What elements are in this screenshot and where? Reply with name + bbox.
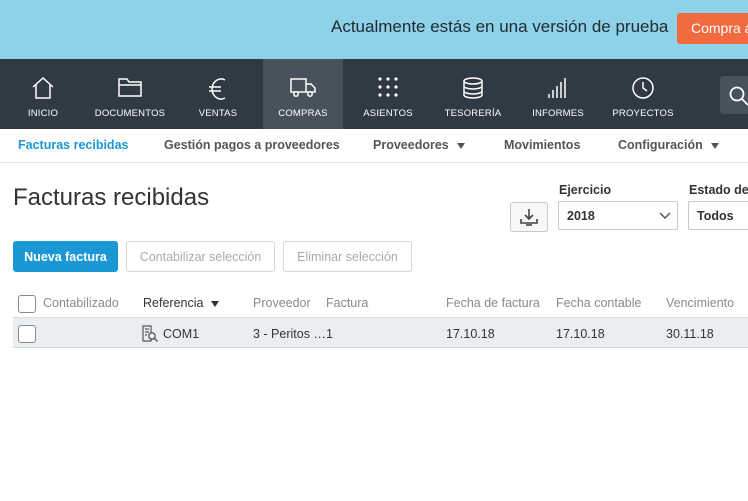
coins-icon: [463, 77, 483, 99]
subnav-movimientos[interactable]: Movimientos: [504, 138, 580, 152]
trial-banner: Actualmente estás en una versión de prue…: [0, 0, 748, 59]
export-button[interactable]: [510, 202, 548, 232]
clock-icon: [632, 77, 654, 99]
document-search-icon: [142, 325, 158, 342]
subnav-label: Proveedores: [373, 138, 449, 152]
cell-accounting-date: 17.10.18: [556, 327, 605, 341]
nav-label: TESORERÍA: [444, 108, 502, 119]
chevron-down-icon: [456, 142, 465, 149]
download-icon: [520, 209, 538, 226]
nav-item-inicio[interactable]: INICIO: [3, 59, 83, 129]
sort-down-icon: [211, 300, 220, 307]
trial-message: Actualmente estás en una versión de prue…: [331, 17, 669, 36]
column-header-referencia[interactable]: Referencia: [143, 296, 220, 310]
new-invoice-button[interactable]: Nueva factura: [13, 241, 118, 272]
exercise-select[interactable]: 2018: [558, 201, 678, 230]
euro-icon: [209, 78, 226, 100]
search-button[interactable]: [720, 76, 748, 114]
chevron-down-icon: [659, 212, 671, 220]
nav-label: VENTAS: [198, 108, 238, 119]
sub-navigation: Facturas recibidas Gestión pagos a prove…: [0, 129, 748, 163]
nav-label: ASIENTOS: [363, 108, 413, 119]
subnav-gestion-pagos[interactable]: Gestión pagos a proveedores: [164, 138, 340, 152]
cell-reference[interactable]: COM1: [163, 327, 199, 341]
nav-item-ventas[interactable]: VENTAS: [178, 59, 258, 129]
subnav-label: Facturas recibidas: [18, 138, 129, 152]
nav-label: DOCUMENTOS: [94, 108, 166, 119]
exercise-label: Ejercicio: [559, 183, 612, 197]
cell-invoice-date: 17.10.18: [446, 327, 495, 341]
status-label: Estado del: [689, 183, 748, 197]
nav-label: PROYECTOS: [612, 108, 674, 119]
nav-item-proyectos[interactable]: PROYECTOS: [603, 59, 683, 129]
nav-label: INICIO: [27, 108, 59, 119]
chevron-down-icon: [710, 142, 719, 149]
subnav-label: Gestión pagos a proveedores: [164, 138, 340, 152]
grid-dots-icon: [378, 77, 398, 97]
cell-due-date: 30.11.18: [666, 327, 714, 341]
cell-supplier: 3 - Peritos …: [253, 327, 326, 341]
post-selection-button[interactable]: Contabilizar selección: [126, 241, 275, 272]
column-header-factura[interactable]: Factura: [326, 296, 368, 310]
column-header-fecha-contable[interactable]: Fecha contable: [556, 296, 641, 310]
home-icon: [32, 76, 54, 99]
nav-item-documentos[interactable]: DOCUMENTOS: [90, 59, 170, 129]
nav-label: INFORMES: [532, 108, 584, 119]
subnav-label: Configuración: [618, 138, 703, 152]
status-select[interactable]: Todos: [688, 201, 748, 230]
nav-item-tesoreria[interactable]: TESORERÍA: [433, 59, 513, 129]
nav-item-compras[interactable]: COMPRAS: [263, 59, 343, 129]
nav-item-informes[interactable]: INFORMES: [518, 59, 598, 129]
column-header-contabilizado[interactable]: Contabilizado: [43, 296, 119, 310]
subnav-facturas-recibidas[interactable]: Facturas recibidas: [18, 138, 128, 152]
column-label: Referencia: [143, 296, 204, 310]
search-icon: [729, 86, 748, 106]
select-all-checkbox[interactable]: [18, 295, 36, 313]
cell-invoice: 1: [326, 327, 333, 341]
nav-label: COMPRAS: [278, 108, 328, 119]
main-navigation: INICIO DOCUMENTOS VENTAS COMPRAS ASIENTO…: [0, 59, 748, 129]
buy-now-button[interactable]: Compra ahora: [677, 13, 748, 44]
bar-chart-icon: [548, 78, 566, 98]
delete-selection-button[interactable]: Eliminar selección: [283, 241, 412, 272]
column-header-vencimiento[interactable]: Vencimiento: [666, 296, 734, 310]
column-header-proveedor[interactable]: Proveedor: [253, 296, 311, 310]
page-title: Facturas recibidas: [13, 184, 210, 211]
column-header-fecha-factura[interactable]: Fecha de factura: [446, 296, 540, 310]
exercise-value: 2018: [567, 209, 595, 223]
row-checkbox[interactable]: [18, 325, 36, 343]
subnav-label: Movimientos: [504, 138, 581, 152]
nav-item-asientos[interactable]: ASIENTOS: [348, 59, 428, 129]
status-value: Todos: [697, 209, 734, 223]
folder-icon: [118, 78, 142, 97]
table-row[interactable]: COM1 3 - Peritos … 1 17.10.18 17.10.18 3…: [13, 317, 748, 348]
subnav-proveedores[interactable]: Proveedores: [373, 138, 465, 152]
subnav-configuracion[interactable]: Configuración: [618, 138, 719, 152]
truck-icon: [290, 78, 316, 97]
